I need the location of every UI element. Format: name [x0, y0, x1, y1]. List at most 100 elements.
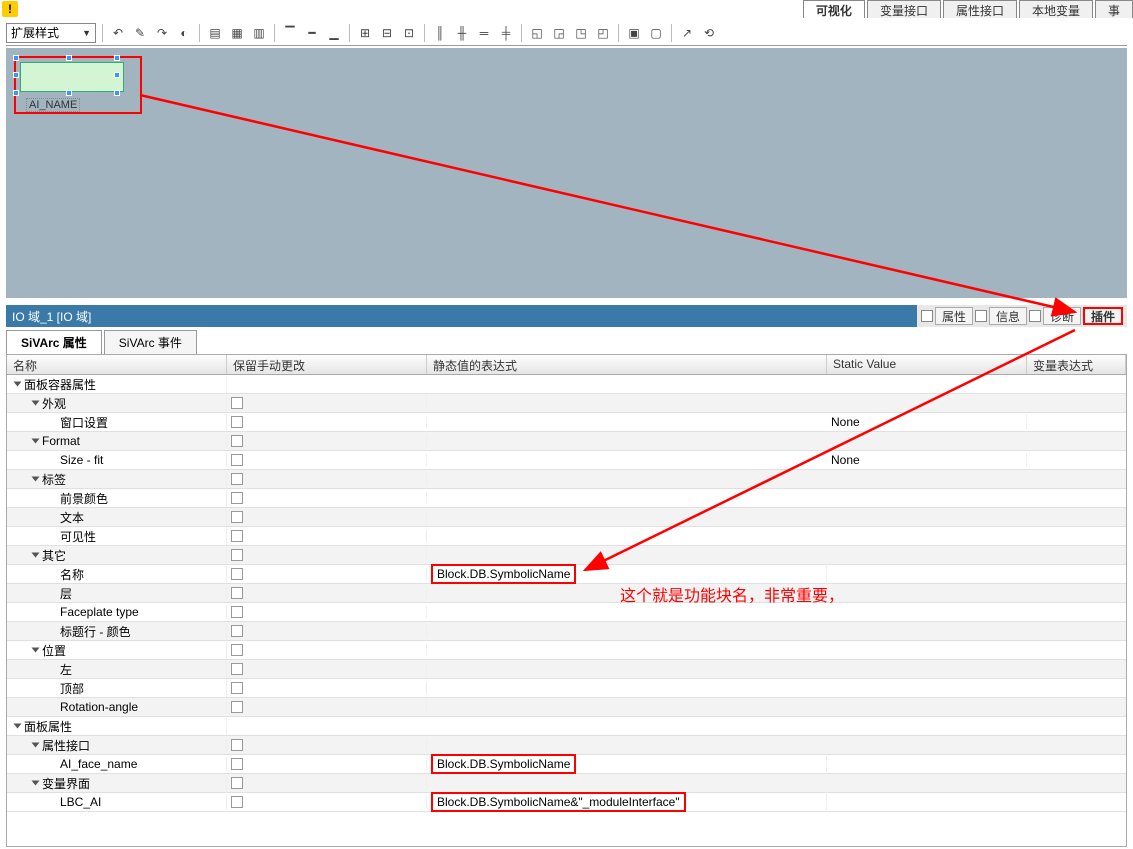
tree-toggle-icon[interactable] — [32, 648, 40, 653]
checkbox[interactable] — [231, 511, 243, 523]
checkbox[interactable] — [231, 416, 243, 428]
cell-name[interactable]: AI_face_name — [7, 757, 227, 771]
tree-toggle-icon[interactable] — [32, 743, 40, 748]
order-icon[interactable]: ▢ — [647, 24, 665, 42]
size-icon[interactable]: ◰ — [594, 24, 612, 42]
col-static-expr[interactable]: 静态值的表达式 — [427, 355, 827, 374]
space-icon[interactable]: ║ — [431, 24, 449, 42]
resize-handle[interactable] — [66, 55, 72, 61]
tree-toggle-icon[interactable] — [32, 781, 40, 786]
properties-button[interactable]: 属性 — [935, 307, 973, 325]
cell-retain[interactable] — [227, 701, 427, 713]
tab-sivarc-events[interactable]: SiVArc 事件 — [104, 330, 197, 354]
cell-name[interactable]: 层 — [7, 585, 227, 602]
space-icon[interactable]: ╪ — [497, 24, 515, 42]
space-icon[interactable]: ═ — [475, 24, 493, 42]
checkbox[interactable] — [231, 568, 243, 580]
io-field-object[interactable] — [20, 62, 124, 92]
cell-retain[interactable] — [227, 568, 427, 580]
cell-static-value[interactable]: None — [827, 415, 1027, 429]
cell-name[interactable]: 面板容器属性 — [7, 376, 227, 393]
table-row[interactable]: 窗口设置 None — [7, 413, 1126, 432]
style-dropdown[interactable]: 扩展样式 ▼ — [6, 23, 96, 43]
cell-static-expr[interactable]: Block.DB.SymbolicName — [427, 564, 827, 584]
tool-icon[interactable]: ↷ — [153, 24, 171, 42]
cell-name[interactable]: 标签 — [7, 471, 227, 488]
tab-visualization[interactable]: 可视化 — [803, 0, 865, 18]
diag-icon[interactable] — [1029, 310, 1041, 322]
tree-toggle-icon[interactable] — [14, 724, 22, 729]
table-row[interactable]: 位置 — [7, 641, 1126, 660]
checkbox[interactable] — [231, 796, 243, 808]
cell-retain[interactable] — [227, 473, 427, 485]
tab-property-interface[interactable]: 属性接口 — [943, 0, 1017, 18]
resize-handle[interactable] — [13, 90, 19, 96]
cell-static-value[interactable]: None — [827, 453, 1027, 467]
table-row[interactable]: 标题行 - 颜色 — [7, 622, 1126, 641]
align-bottom-icon[interactable]: ▁ — [325, 24, 343, 42]
cell-retain[interactable] — [227, 644, 427, 656]
distribute-icon[interactable]: ⊟ — [378, 24, 396, 42]
checkbox[interactable] — [231, 435, 243, 447]
table-row[interactable]: 面板属性 — [7, 717, 1126, 736]
cell-retain[interactable] — [227, 587, 427, 599]
cell-name[interactable]: 属性接口 — [7, 737, 227, 754]
design-canvas[interactable]: AI_NAME — [6, 48, 1127, 298]
cell-static-expr[interactable]: Block.DB.SymbolicName&"_moduleInterface" — [427, 792, 827, 812]
cell-name[interactable]: 名称 — [7, 566, 227, 583]
cell-retain[interactable] — [227, 435, 427, 447]
cell-name[interactable]: Faceplate type — [7, 605, 227, 619]
tool-icon[interactable]: ↶ — [109, 24, 127, 42]
checkbox[interactable] — [231, 549, 243, 561]
tree-toggle-icon[interactable] — [14, 382, 22, 387]
checkbox[interactable] — [231, 644, 243, 656]
cell-retain[interactable] — [227, 606, 427, 618]
selected-object[interactable]: AI_NAME — [14, 56, 142, 114]
checkbox[interactable] — [231, 777, 243, 789]
table-row[interactable]: 名称 Block.DB.SymbolicName — [7, 565, 1126, 584]
cell-retain[interactable] — [227, 777, 427, 789]
resize-handle[interactable] — [114, 72, 120, 78]
checkbox[interactable] — [231, 682, 243, 694]
info-button[interactable]: 信息 — [989, 307, 1027, 325]
table-row[interactable]: 面板容器属性 — [7, 375, 1126, 394]
table-row[interactable]: 变量界面 — [7, 774, 1126, 793]
size-icon[interactable]: ◱ — [528, 24, 546, 42]
cell-retain[interactable] — [227, 682, 427, 694]
table-row[interactable]: 属性接口 — [7, 736, 1126, 755]
table-row[interactable]: Rotation-angle — [7, 698, 1126, 717]
diagnostics-button[interactable]: 诊断 — [1043, 307, 1081, 325]
tree-toggle-icon[interactable] — [32, 401, 40, 406]
table-row[interactable]: 顶部 — [7, 679, 1126, 698]
tool-icon[interactable]: ✎ — [131, 24, 149, 42]
cell-name[interactable]: 窗口设置 — [7, 414, 227, 431]
size-icon[interactable]: ◳ — [572, 24, 590, 42]
cell-name[interactable]: 顶部 — [7, 680, 227, 697]
cell-retain[interactable] — [227, 530, 427, 542]
col-var-expr[interactable]: 变量表达式 — [1027, 355, 1126, 374]
cell-retain[interactable] — [227, 739, 427, 751]
cell-retain[interactable] — [227, 796, 427, 808]
info-icon[interactable] — [975, 310, 987, 322]
tab-sivarc-properties[interactable]: SiVArc 属性 — [6, 330, 102, 354]
cell-retain[interactable] — [227, 492, 427, 504]
table-row[interactable]: 标签 — [7, 470, 1126, 489]
cell-retain[interactable] — [227, 511, 427, 523]
cell-name[interactable]: Size - fit — [7, 453, 227, 467]
misc-icon[interactable]: ⟲ — [700, 24, 718, 42]
tab-variable-interface[interactable]: 变量接口 — [867, 0, 941, 18]
align-middle-icon[interactable]: ━ — [303, 24, 321, 42]
cell-retain[interactable] — [227, 663, 427, 675]
cell-name[interactable]: 前景颜色 — [7, 490, 227, 507]
tree-toggle-icon[interactable] — [32, 477, 40, 482]
col-name[interactable]: 名称 — [7, 355, 227, 374]
table-row[interactable]: 前景颜色 — [7, 489, 1126, 508]
cell-name[interactable]: 外观 — [7, 395, 227, 412]
resize-handle[interactable] — [66, 90, 72, 96]
checkbox[interactable] — [231, 758, 243, 770]
cell-name[interactable]: 标题行 - 颜色 — [7, 623, 227, 640]
table-row[interactable]: 可见性 — [7, 527, 1126, 546]
checkbox[interactable] — [231, 701, 243, 713]
table-row[interactable]: Format — [7, 432, 1126, 451]
resize-handle[interactable] — [114, 90, 120, 96]
